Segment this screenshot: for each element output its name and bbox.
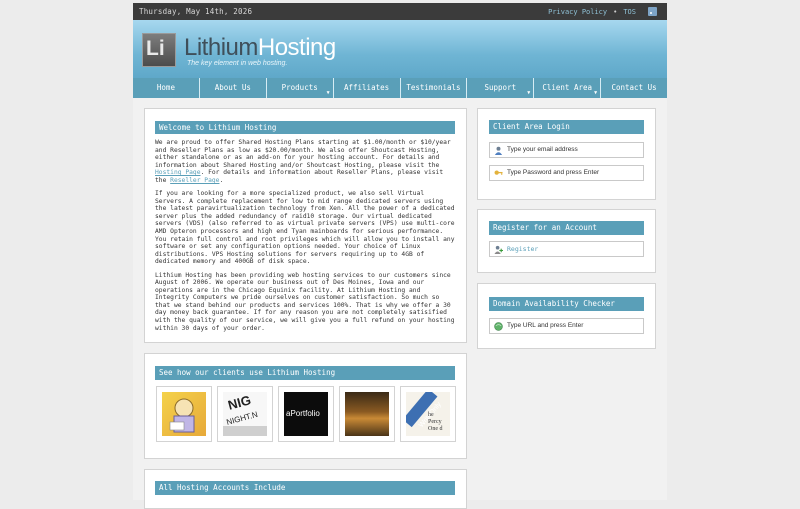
accounts-title: All Hosting Accounts Include [155, 481, 455, 495]
reseller-page-link[interactable]: Reseller Page [170, 177, 219, 184]
nav-contact-us[interactable]: Contact Us [601, 78, 667, 98]
client-night-image: NIG NIGHT.N [223, 392, 267, 436]
nav-home[interactable]: Home [133, 78, 200, 98]
dropdown-arrow-icon: ▼ [527, 90, 531, 96]
welcome-title: Welcome to Lithium Hosting [155, 121, 455, 134]
client-thumbnail[interactable]: aPortfolio [278, 386, 334, 442]
svg-text:Percy: Percy [428, 419, 442, 425]
welcome-paragraph-3: Lithium Hosting has been providing web h… [155, 271, 455, 332]
svg-text:he: he [428, 412, 434, 418]
tagline: The key element in web hosting. [187, 60, 288, 67]
svg-text:One d: One d [428, 426, 443, 432]
nav-testimonials[interactable]: Testimonials [401, 78, 468, 98]
register-title: Register for an Account [489, 221, 644, 235]
top-links: Privacy Policy • TOS [548, 7, 657, 16]
nav-support[interactable]: Support ▼ [467, 78, 535, 98]
privacy-policy-link[interactable]: Privacy Policy [548, 8, 607, 16]
aportfolio-logo-text: aPortfolio [286, 409, 320, 418]
tos-link[interactable]: TOS [623, 8, 636, 16]
current-date: Thursday, May 14th, 2026 [139, 7, 253, 16]
rss-icon[interactable] [648, 7, 657, 16]
logo-text[interactable]: LithiumHosting [184, 34, 336, 62]
register-link[interactable]: Register [489, 241, 644, 257]
svg-text:NIG: NIG [226, 392, 252, 412]
welcome-body: We are proud to offer Shared Hosting Pla… [155, 139, 455, 338]
clients-title: See how our clients use Lithium Hosting [155, 366, 455, 380]
link-separator: • [613, 7, 618, 16]
site-header: Li LithiumHosting The key element in web… [133, 20, 667, 78]
main-nav: Home About Us Products ▼ Affiliates Testi… [133, 78, 667, 98]
dropdown-arrow-icon: ▼ [594, 90, 598, 96]
domain-search-field[interactable]: Type URL and press Enter [489, 318, 644, 334]
nav-client-area[interactable]: Client Area ▼ [534, 78, 602, 98]
hosting-page-link[interactable]: Hosting Page [155, 169, 201, 176]
password-field[interactable]: Type Password and press Enter [489, 165, 644, 181]
globe-icon [494, 322, 503, 331]
domain-title: Domain Availability Checker [489, 297, 644, 311]
user-icon [494, 146, 503, 155]
page-wrapper: Thursday, May 14th, 2026 Privacy Policy … [133, 3, 667, 509]
top-bar: Thursday, May 14th, 2026 Privacy Policy … [133, 3, 667, 20]
domain-panel [477, 283, 656, 349]
nav-about-us[interactable]: About Us [200, 78, 267, 98]
client-painting-image [345, 392, 389, 436]
add-user-icon [494, 245, 503, 254]
welcome-paragraph-2: If you are looking for a more specialize… [155, 190, 455, 266]
client-writeonly-image: WriteOnly he Percy One d [406, 392, 450, 436]
login-title: Client Area Login [489, 120, 644, 134]
key-icon [494, 170, 503, 175]
client-thumbnail[interactable] [339, 386, 395, 442]
welcome-paragraph-1: We are proud to offer Shared Hosting Pla… [155, 139, 451, 184]
email-field[interactable]: Type your email address [489, 142, 644, 158]
client-thumbnail[interactable]: NIG NIGHT.N [217, 386, 273, 442]
dropdown-arrow-icon: ▼ [326, 90, 330, 96]
client-thumbnail[interactable] [156, 386, 212, 442]
nav-affiliates[interactable]: Affiliates [334, 78, 401, 98]
logo-mark[interactable]: Li [142, 33, 176, 67]
nav-products[interactable]: Products ▼ [267, 78, 334, 98]
client-thumbnail[interactable]: WriteOnly he Percy One d [400, 386, 456, 442]
client-cartoon-image [162, 392, 206, 436]
client-aportfolio-image: aPortfolio [284, 392, 328, 436]
